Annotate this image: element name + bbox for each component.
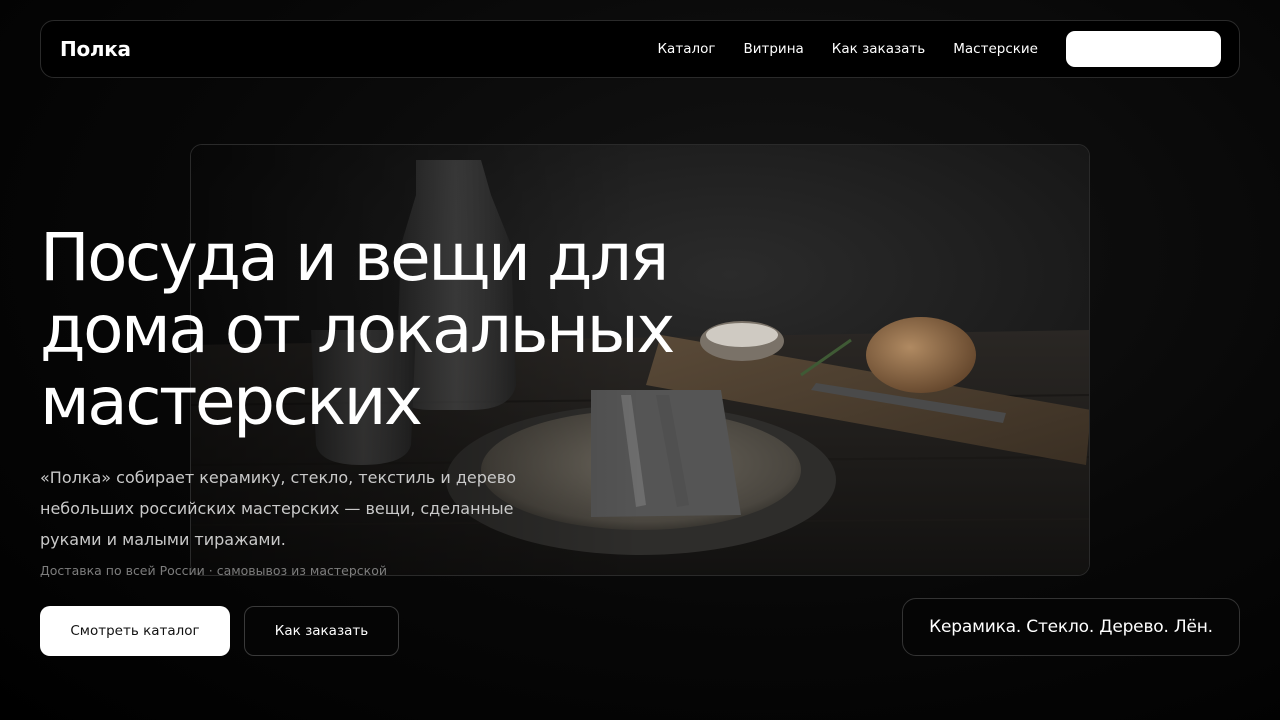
header-cta-button[interactable] [1066, 31, 1221, 67]
how-to-order-button[interactable]: Как заказать [244, 606, 399, 656]
hero-description-line-3: руками и малыми тиражами. [40, 530, 286, 549]
hero-title-line-3: мастерских [40, 363, 423, 440]
nav-link-how-to-order[interactable]: Как заказать [832, 41, 925, 57]
hero-description-line-2: небольших российских мастерских — вещи, … [40, 499, 514, 518]
delivery-note: Доставка по всей России · самовывоз из м… [40, 563, 387, 578]
nav-link-catalog[interactable]: Каталог [657, 41, 715, 57]
site-header: Полка Каталог Витрина Как заказать Масте… [40, 20, 1240, 78]
hero-title-line-1: Посуда и вещи для [40, 219, 669, 296]
hero-title: Посуда и вещи для дома от локальных маст… [40, 222, 740, 438]
logo[interactable]: Полка [60, 37, 131, 61]
materials-badge: Керамика. Стекло. Дерево. Лён. [902, 598, 1240, 656]
view-catalog-button[interactable]: Смотреть каталог [40, 606, 230, 656]
main-nav: Каталог Витрина Как заказать Мастерские [657, 41, 1038, 57]
nav-link-showcase[interactable]: Витрина [743, 41, 803, 57]
hero-description: «Полка» собирает керамику, стекло, текст… [40, 462, 540, 555]
hero-description-line-1: «Полка» собирает керамику, стекло, текст… [40, 468, 516, 487]
nav-link-workshops[interactable]: Мастерские [953, 41, 1038, 57]
hero-title-line-2: дома от локальных [40, 291, 675, 368]
